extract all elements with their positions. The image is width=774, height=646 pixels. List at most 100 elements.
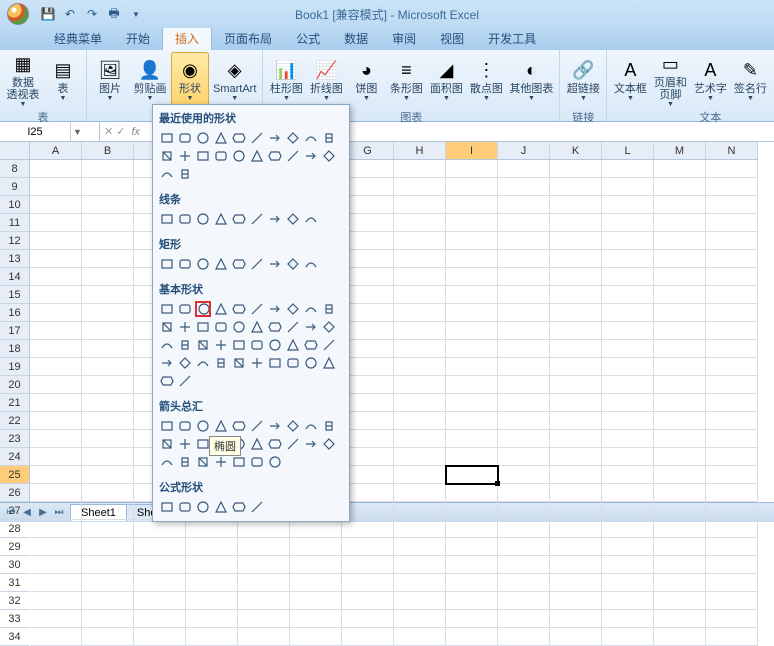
shape-item[interactable] (303, 301, 319, 317)
shape-item[interactable] (303, 319, 319, 335)
shape-item[interactable] (177, 301, 193, 317)
shape-item[interactable] (177, 130, 193, 146)
ribbon-scatter[interactable]: ⋮散点图▼ (467, 52, 505, 108)
shape-item[interactable] (213, 355, 229, 371)
tab-2[interactable]: 插入 (162, 26, 212, 50)
ribbon-line[interactable]: 📈折线图▼ (307, 52, 345, 108)
row-header-13[interactable]: 13 (0, 250, 29, 268)
print-icon[interactable]: 🖶 (106, 6, 122, 22)
shape-item[interactable] (303, 148, 319, 164)
shape-item[interactable] (249, 355, 265, 371)
shape-item[interactable] (213, 499, 229, 515)
shape-item[interactable] (321, 301, 337, 317)
shape-item[interactable] (303, 418, 319, 434)
col-header-N[interactable]: N (706, 142, 758, 159)
shape-item[interactable] (249, 211, 265, 227)
shape-item[interactable] (159, 418, 175, 434)
row-header-24[interactable]: 24 (0, 448, 29, 466)
shape-item[interactable] (195, 301, 211, 317)
shape-item[interactable] (249, 337, 265, 353)
shape-item[interactable] (285, 337, 301, 353)
ribbon-link[interactable]: 🔗超链接▼ (564, 52, 602, 108)
shape-item[interactable] (159, 319, 175, 335)
shape-item[interactable] (213, 454, 229, 470)
shape-item[interactable] (177, 454, 193, 470)
row-header-28[interactable]: 28 (0, 520, 29, 538)
shape-item[interactable] (213, 256, 229, 272)
shape-item[interactable] (267, 148, 283, 164)
shape-item[interactable] (177, 256, 193, 272)
ribbon-bar[interactable]: 📊柱形图▼ (267, 52, 305, 108)
select-all-corner[interactable] (0, 142, 30, 160)
row-header-16[interactable]: 16 (0, 304, 29, 322)
col-header-H[interactable]: H (394, 142, 446, 159)
shape-item[interactable] (231, 454, 247, 470)
tab-6[interactable]: 审阅 (380, 27, 428, 50)
shape-item[interactable] (231, 148, 247, 164)
shape-item[interactable] (249, 130, 265, 146)
shape-item[interactable] (267, 211, 283, 227)
shape-item[interactable] (231, 337, 247, 353)
tab-1[interactable]: 开始 (114, 27, 162, 50)
shape-item[interactable] (285, 148, 301, 164)
shape-item[interactable] (267, 418, 283, 434)
shape-item[interactable] (249, 454, 265, 470)
shape-item[interactable] (159, 130, 175, 146)
shape-item[interactable] (267, 301, 283, 317)
row-header-8[interactable]: 8 (0, 160, 29, 178)
shape-item[interactable] (321, 130, 337, 146)
shape-item[interactable] (159, 211, 175, 227)
shape-item[interactable] (267, 130, 283, 146)
shape-item[interactable] (303, 256, 319, 272)
tab-3[interactable]: 页面布局 (212, 27, 284, 50)
shape-item[interactable] (231, 499, 247, 515)
shape-item[interactable] (195, 130, 211, 146)
shape-item[interactable] (213, 211, 229, 227)
shape-item[interactable] (321, 319, 337, 335)
shape-item[interactable] (159, 436, 175, 452)
row-header-17[interactable]: 17 (0, 322, 29, 340)
row-header-31[interactable]: 31 (0, 574, 29, 592)
shape-item[interactable] (321, 418, 337, 434)
shape-item[interactable] (285, 355, 301, 371)
row-header-10[interactable]: 10 (0, 196, 29, 214)
ribbon-smartart[interactable]: ◈SmartArt▼ (211, 52, 258, 108)
shape-item[interactable] (267, 436, 283, 452)
shape-item[interactable] (267, 454, 283, 470)
shape-item[interactable] (267, 355, 283, 371)
save-icon[interactable]: 💾 (40, 6, 56, 22)
redo-icon[interactable]: ↷ (84, 6, 100, 22)
shape-item[interactable] (159, 166, 175, 182)
shape-item[interactable] (303, 337, 319, 353)
row-header-22[interactable]: 22 (0, 412, 29, 430)
shape-item[interactable] (321, 355, 337, 371)
row-header-30[interactable]: 30 (0, 556, 29, 574)
tab-7[interactable]: 视图 (428, 27, 476, 50)
shape-item[interactable] (195, 418, 211, 434)
shape-item[interactable] (231, 355, 247, 371)
shape-item[interactable] (213, 337, 229, 353)
ribbon-sig[interactable]: ✎签名行▼ (731, 52, 769, 108)
shape-item[interactable] (159, 337, 175, 353)
shape-item[interactable] (303, 355, 319, 371)
shape-item[interactable] (177, 148, 193, 164)
shape-item[interactable] (303, 436, 319, 452)
shape-item[interactable] (195, 319, 211, 335)
ribbon-textbox[interactable]: A文本框▼ (611, 52, 649, 108)
ribbon-table[interactable]: ▤表▼ (44, 52, 82, 108)
row-header-26[interactable]: 26 (0, 484, 29, 502)
shape-item[interactable] (231, 256, 247, 272)
shape-item[interactable] (195, 337, 211, 353)
shape-item[interactable] (213, 130, 229, 146)
shape-item[interactable] (231, 211, 247, 227)
col-header-K[interactable]: K (550, 142, 602, 159)
shape-item[interactable] (213, 319, 229, 335)
shape-item[interactable] (285, 130, 301, 146)
col-header-L[interactable]: L (602, 142, 654, 159)
name-box-dropdown[interactable]: ▼ (70, 122, 84, 141)
shape-item[interactable] (285, 301, 301, 317)
shape-item[interactable] (159, 301, 175, 317)
ribbon-pivot[interactable]: ▦数据透视表▼ (4, 52, 42, 108)
shape-item[interactable] (303, 130, 319, 146)
shape-item[interactable] (177, 337, 193, 353)
